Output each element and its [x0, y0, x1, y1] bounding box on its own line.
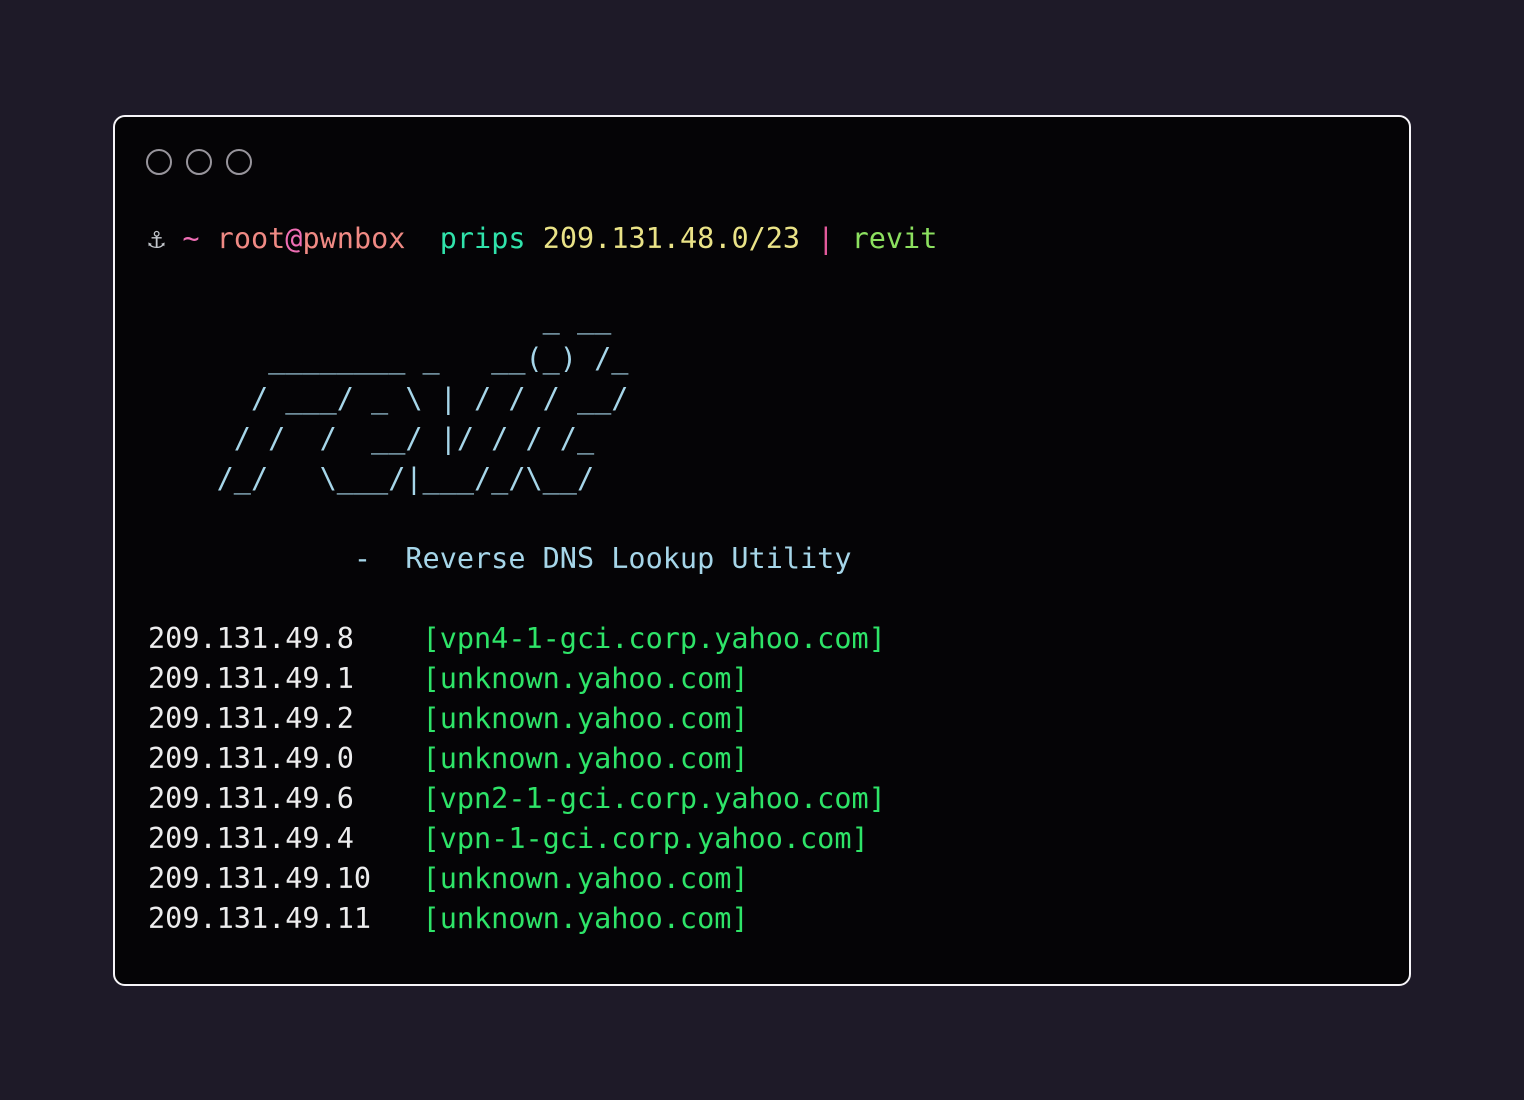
ip-address: 209.131.49.10 [148, 859, 423, 899]
ascii-art-line: /_/ \___/|___/_/\__/ [148, 459, 937, 499]
window-minimize-button[interactable] [186, 149, 212, 175]
prompt-at-sign: @ [285, 222, 302, 255]
hostname: [unknown.yahoo.com] [423, 702, 749, 735]
result-row: 209.131.49.6[vpn2-1-gci.corp.yahoo.com] [148, 779, 937, 819]
anchor-icon: ⚓ [148, 222, 165, 255]
hostname: [vpn2-1-gci.corp.yahoo.com] [423, 782, 886, 815]
ip-address: 209.131.49.8 [148, 619, 423, 659]
ip-address: 209.131.49.2 [148, 699, 423, 739]
ascii-art-line: ________ _ __(_) /_ [148, 339, 937, 379]
hostname: [unknown.yahoo.com] [423, 862, 749, 895]
window-close-button[interactable] [146, 149, 172, 175]
result-row: 209.131.49.11[unknown.yahoo.com] [148, 899, 937, 939]
prompt-tilde: ~ [165, 222, 216, 255]
ip-address: 209.131.49.1 [148, 659, 423, 699]
hostname: [unknown.yahoo.com] [423, 662, 749, 695]
blank-line [148, 259, 937, 299]
result-row: 209.131.49.1[unknown.yahoo.com] [148, 659, 937, 699]
hostname: [unknown.yahoo.com] [423, 742, 749, 775]
terminal-window: ⚓ ~ root@pwnbox prips 209.131.48.0/23 | … [113, 115, 1411, 986]
result-row: 209.131.49.2[unknown.yahoo.com] [148, 699, 937, 739]
command-arg-cidr: 209.131.48.0/23 [543, 222, 800, 255]
command-revit: revit [852, 222, 938, 255]
hostname: [vpn4-1-gci.corp.yahoo.com] [423, 622, 886, 655]
ip-address: 209.131.49.6 [148, 779, 423, 819]
hostname: [unknown.yahoo.com] [423, 902, 749, 935]
prompt-host: pwnbox [302, 222, 405, 255]
desktop-background: ⚓ ~ root@pwnbox prips 209.131.48.0/23 | … [0, 0, 1524, 1100]
result-row: 209.131.49.4[vpn-1-gci.corp.yahoo.com] [148, 819, 937, 859]
ascii-art-line: _ __ [148, 299, 937, 339]
command-pipe: | [800, 222, 851, 255]
ascii-art-line: / ___/ _ \ | / / / __/ [148, 379, 937, 419]
tagline: - Reverse DNS Lookup Utility [148, 539, 937, 579]
result-row: 209.131.49.10[unknown.yahoo.com] [148, 859, 937, 899]
result-row: 209.131.49.8[vpn4-1-gci.corp.yahoo.com] [148, 619, 937, 659]
command-prips: prips [405, 222, 542, 255]
blank-line [148, 499, 937, 539]
result-row: 209.131.49.0[unknown.yahoo.com] [148, 739, 937, 779]
window-controls [146, 149, 252, 175]
prompt-user: root [217, 222, 286, 255]
ascii-art-line: / / / __/ |/ / / /_ [148, 419, 937, 459]
prompt-line: ⚓ ~ root@pwnbox prips 209.131.48.0/23 | … [148, 219, 937, 259]
hostname: [vpn-1-gci.corp.yahoo.com] [423, 822, 869, 855]
window-maximize-button[interactable] [226, 149, 252, 175]
ip-address: 209.131.49.0 [148, 739, 423, 779]
ip-address: 209.131.49.4 [148, 819, 423, 859]
blank-line [148, 579, 937, 619]
terminal-content: ⚓ ~ root@pwnbox prips 209.131.48.0/23 | … [148, 219, 937, 939]
ip-address: 209.131.49.11 [148, 899, 423, 939]
